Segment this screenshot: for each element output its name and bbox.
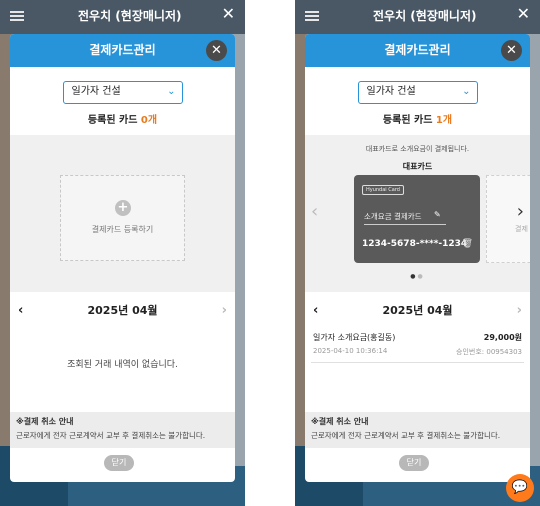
modal-title: 결제카드관리 xyxy=(89,43,156,57)
company-select[interactable]: 일가자 건설 ⌄ xyxy=(357,81,478,104)
payment-card-modal: 결제카드관리 ✕ 일가자 건설 ⌄ 등록된 카드 0개 + 결제카드 등록하기 … xyxy=(10,34,235,482)
representative-card-note: 대표카드로 소개요금이 결제됩니다. xyxy=(365,145,470,153)
dot-inactive-icon: ● xyxy=(417,273,425,280)
add-card-slot-label: 결제 xyxy=(515,225,528,233)
month-navigator: ‹ 2025년 04월 › xyxy=(10,298,235,324)
company-select-value: 일가자 건설 xyxy=(366,86,416,97)
modal-title: 결제카드관리 xyxy=(384,43,451,57)
company-select-value: 일가자 건설 xyxy=(71,86,121,97)
month-label: 2025년 04월 xyxy=(87,304,158,317)
background-title: 전우치 (현장매니저) xyxy=(78,9,182,23)
month-label: 2025년 04월 xyxy=(382,304,453,317)
card-carousel: 대표카드로 소개요금이 결제됩니다. 대표카드 ‹ Hyundai Card 소… xyxy=(305,135,530,292)
payment-card-modal: 결제카드관리 ✕ 일가자 건설 ⌄ 등록된 카드 1개 대표카드로 소개요금이 … xyxy=(305,34,530,482)
chevron-down-icon: ⌄ xyxy=(462,86,471,97)
menu-icon[interactable] xyxy=(10,11,24,21)
payment-card[interactable]: Hyundai Card 소개요금 결제카드 ✎ 1234-5678-****-… xyxy=(354,175,480,263)
background-title: 전우치 (현장매니저) xyxy=(373,9,477,23)
prev-month-icon[interactable]: ‹ xyxy=(313,298,318,324)
carousel-dots: ●● xyxy=(305,273,530,280)
background-header: 전우치 (현장매니저) ✕ xyxy=(0,0,245,34)
plus-icon: + xyxy=(115,200,131,216)
empty-message: 조회된 거래 내역이 없습니다. xyxy=(67,360,178,370)
modal-close-icon[interactable]: ✕ xyxy=(206,40,227,61)
carousel-prev-icon[interactable]: ‹ xyxy=(311,201,318,222)
cancel-notice: ※결제 취소 안내 근로자에게 전자 근로계약서 교부 후 결제취소는 불가합니… xyxy=(10,412,235,448)
modal-header: 결제카드관리 ✕ xyxy=(305,34,530,67)
background-close-icon[interactable]: ✕ xyxy=(517,6,530,22)
count-label: 등록된 카드 xyxy=(382,115,436,126)
chat-icon[interactable]: 💬 xyxy=(506,474,534,502)
card-brand: Hyundai Card xyxy=(362,185,404,195)
carousel-next-icon[interactable]: › xyxy=(517,201,524,222)
next-month-icon[interactable]: › xyxy=(222,298,227,324)
company-select[interactable]: 일가자 건설 ⌄ xyxy=(62,81,183,104)
transaction-name: 일가자 소개요금(홍길동) xyxy=(313,333,396,342)
notice-title: ※결제 취소 안내 xyxy=(311,417,369,426)
modal-close-icon[interactable]: ✕ xyxy=(501,40,522,61)
representative-card-title: 대표카드 xyxy=(402,162,433,171)
background-header: 전우치 (현장매니저) ✕ xyxy=(295,0,540,34)
modal-header: 결제카드관리 ✕ xyxy=(10,34,235,67)
add-card-label: 결제카드 등록하기 xyxy=(91,225,154,234)
trash-icon[interactable]: 🗑 xyxy=(462,239,473,249)
prev-month-icon[interactable]: ‹ xyxy=(18,298,23,324)
transaction-row[interactable]: 일가자 소개요금(홍길동) 29,000원 2025-04-10 10:36:1… xyxy=(311,329,524,363)
next-month-icon[interactable]: › xyxy=(517,298,522,324)
close-button[interactable]: 닫기 xyxy=(399,455,429,471)
dot-active-icon: ● xyxy=(410,273,418,280)
card-number: 1234-5678-****-1234 xyxy=(362,239,468,249)
transaction-approval: 승인번호: 00954303 xyxy=(456,348,522,356)
registered-card-count: 등록된 카드 1개 xyxy=(305,111,530,126)
cancel-notice: ※결제 취소 안내 근로자에게 전자 근로계약서 교부 후 결제취소는 불가합니… xyxy=(305,412,530,448)
notice-text: 근로자에게 전자 근로계약서 교부 후 결제취소는 불가합니다. xyxy=(311,431,501,440)
notice-text: 근로자에게 전자 근로계약서 교부 후 결제취소는 불가합니다. xyxy=(16,431,206,440)
month-navigator: ‹ 2025년 04월 › xyxy=(305,298,530,324)
card-area: + 결제카드 등록하기 xyxy=(10,135,235,292)
registered-card-count: 등록된 카드 0개 xyxy=(10,111,235,126)
background-close-icon[interactable]: ✕ xyxy=(222,6,235,22)
count-value: 1개 xyxy=(435,115,453,126)
menu-icon[interactable] xyxy=(305,11,319,21)
transaction-datetime: 2025-04-10 10:36:14 xyxy=(313,347,388,355)
chevron-down-icon: ⌄ xyxy=(167,86,176,97)
pencil-icon[interactable]: ✎ xyxy=(434,210,441,219)
screen-with-card: 전우치 (현장매니저) ✕ 결제카드관리 ✕ 일가자 건설 ⌄ 등록된 카드 1… xyxy=(295,0,540,506)
count-label: 등록된 카드 xyxy=(87,115,141,126)
screen-no-card: 전우치 (현장매니저) ✕ 결제카드관리 ✕ 일가자 건설 ⌄ 등록된 카드 0… xyxy=(0,0,245,506)
transaction-amount: 29,000원 xyxy=(483,333,522,342)
notice-title: ※결제 취소 안내 xyxy=(16,417,74,426)
count-value: 0개 xyxy=(140,115,158,126)
add-card-button[interactable]: + 결제카드 등록하기 xyxy=(60,175,185,261)
close-button[interactable]: 닫기 xyxy=(104,455,134,471)
